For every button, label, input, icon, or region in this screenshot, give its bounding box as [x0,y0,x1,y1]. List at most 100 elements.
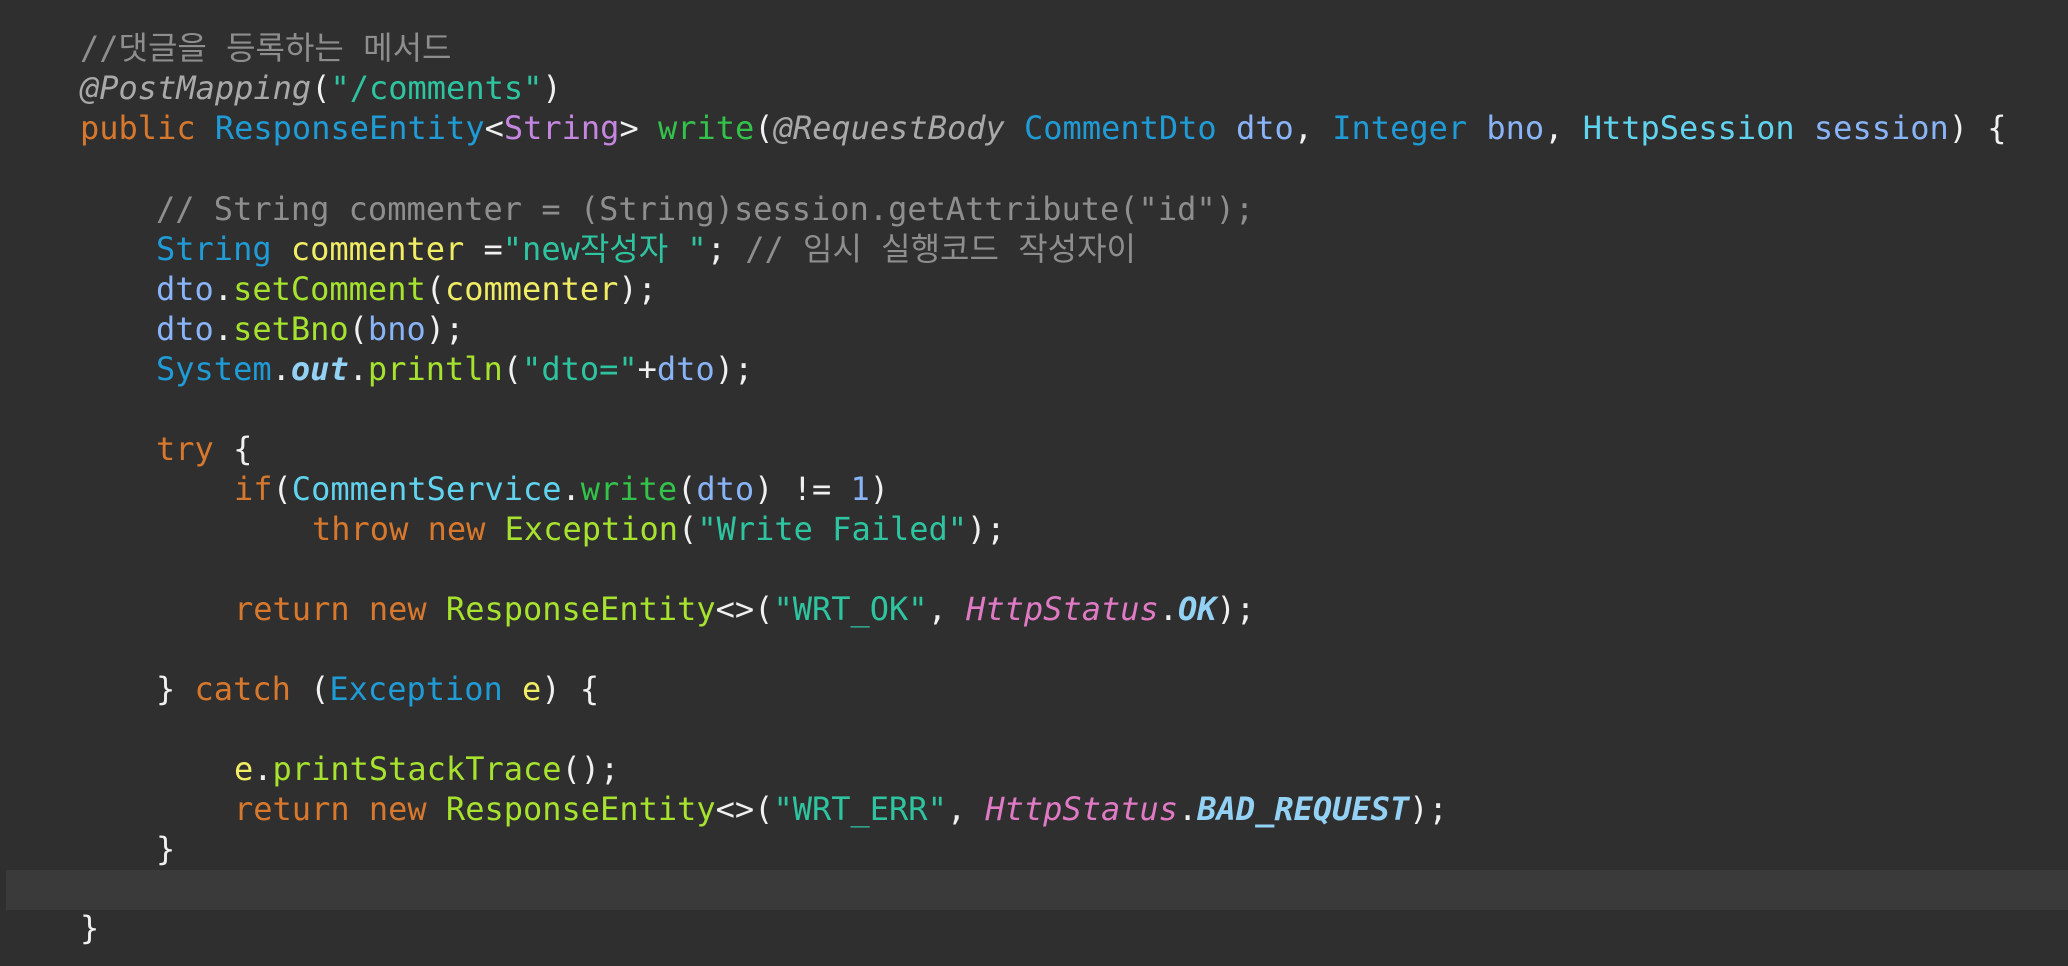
code-token-method: write [657,109,755,147]
code-token-plain: { [233,430,253,468]
code-token-plain: , [927,590,967,628]
code-token-plain: , [946,790,986,828]
code-token-var: dto [156,310,214,348]
code-line[interactable] [0,709,2068,749]
code-token-string: "/comments" [330,69,543,107]
code-line[interactable]: public ResponseEntity<String> write(@Req… [0,108,2068,148]
code-token-plain: . [348,350,368,388]
code-line[interactable]: //댓글을 등록하는 메서드 [0,28,2068,68]
code-token-plain: } [80,909,100,947]
code-token-plain: ) { [1948,109,2007,147]
code-token-type: System [156,350,272,388]
code-token-var: bno [367,310,426,348]
code-token-method2: ResponseEntity [445,790,716,828]
code-token-plain: ( [348,310,368,348]
code-token-plain: . [253,750,273,788]
code-token-keyword: new [427,510,505,548]
code-token-plain: . [213,270,234,308]
code-token-plain: ; [706,230,746,268]
code-token-type: Integer [1332,109,1487,147]
code-token-local: commenter [290,230,465,268]
code-token-method2: println [367,350,503,388]
code-token-plain: . [561,470,581,508]
code-line[interactable]: return new ResponseEntity<>("WRT_ERR", H… [0,789,2068,829]
code-token-var: dto [656,350,715,388]
code-token-plain: ( [272,470,292,508]
code-token-comment: //댓글을 등록하는 메서드 [80,29,452,67]
code-token-string: "Write Failed" [697,510,968,548]
code-token-local: e [522,670,542,708]
code-token-string: "dto=" [522,350,638,388]
code-token-var: dto [156,270,214,308]
code-token-typeb: CommentService [291,470,562,508]
code-token-method2: setBno [233,310,349,348]
code-token-local: e [234,750,254,788]
code-token-method: write [580,470,678,508]
code-token-type: String [156,230,291,268]
code-token-plain: ); [714,350,754,388]
code-token-method2: Exception [504,510,679,548]
code-token-plain: ( [502,350,523,388]
code-token-plain: } [156,670,195,708]
code-line[interactable]: if(CommentService.write(dto) != 1) [0,469,2068,509]
code-token-keyword: catch [194,670,311,708]
code-line[interactable]: dto.setBno(bno); [0,309,2068,349]
code-token-plain: > [619,109,658,147]
code-token-plain: ( [754,109,774,147]
code-token-string: "WRT_OK" [773,590,928,628]
code-token-plain: ); [425,310,465,348]
code-token-plain: ); [1216,590,1256,628]
code-token-keyword: return [234,790,369,828]
code-token-plain: <>( [715,790,774,828]
code-token-plain: ) [542,69,562,107]
code-token-annotation: @PostMapping [80,69,312,107]
code-token-plain: . [1158,590,1179,628]
code-line[interactable] [0,148,2068,188]
code-token-plain: } [156,830,176,868]
code-token-string: "WRT_ERR" [773,790,947,828]
code-token-keyword: new [368,590,446,628]
code-token-plain: ( [311,69,331,107]
code-line[interactable]: } [0,908,2068,948]
code-token-string: "new작성자 " [502,230,707,268]
code-line[interactable]: System.out.println("dto="+dto); [0,349,2068,389]
code-token-var: dto [696,470,755,508]
code-line[interactable]: try { [0,429,2068,469]
code-token-keyword: throw [312,510,428,548]
code-token-annotation: @RequestBody [773,109,1025,147]
code-token-plain: ) { [541,670,600,708]
code-token-plain: ( [678,510,698,548]
code-line-current[interactable] [6,870,2068,910]
code-token-var: dto [1235,109,1294,147]
code-line[interactable]: String commenter ="new작성자 "; // 임시 실행코드 … [0,229,2068,269]
code-line[interactable]: // String commenter = (String)session.ge… [0,189,2068,229]
code-token-plain: . [1178,790,1198,828]
code-token-plain: , [1293,109,1333,147]
code-token-keyword: if [234,470,273,508]
code-line[interactable] [0,549,2068,589]
code-token-static-field: out [290,350,349,388]
code-token-plain: = [464,230,503,268]
code-line[interactable]: } [0,829,2068,869]
code-editor[interactable]: //댓글을 등록하는 메서드 @PostMapping("/comments") p… [0,0,2068,966]
code-line[interactable]: dto.setComment(commenter); [0,269,2068,309]
code-line[interactable]: throw new Exception("Write Failed"); [0,509,2068,549]
code-token-comment: // String commenter = (String)session.ge… [156,190,1255,228]
code-line[interactable]: e.printStackTrace(); [0,749,2068,789]
code-token-number: 1 [850,470,870,508]
code-line[interactable] [0,389,2068,429]
code-line[interactable]: } catch (Exception e) { [0,669,2068,709]
code-token-static-type: HttpStatus [985,790,1179,828]
code-token-static-field: BAD_REQUEST [1197,790,1410,828]
code-token-var: session [1813,109,1949,147]
code-line[interactable] [0,629,2068,669]
code-line[interactable]: @PostMapping("/comments") [0,68,2068,108]
code-token-plain: ) != [754,470,851,508]
code-token-plain: ); [967,510,1006,548]
code-token-plain: . [271,350,291,388]
code-token-var: bno [1486,109,1545,147]
code-token-plain: ) [869,470,890,508]
code-line[interactable]: return new ResponseEntity<>("WRT_OK", Ht… [0,589,2068,629]
code-token-typeb: HttpSession [1582,109,1814,147]
code-token-plain: + [637,350,657,388]
